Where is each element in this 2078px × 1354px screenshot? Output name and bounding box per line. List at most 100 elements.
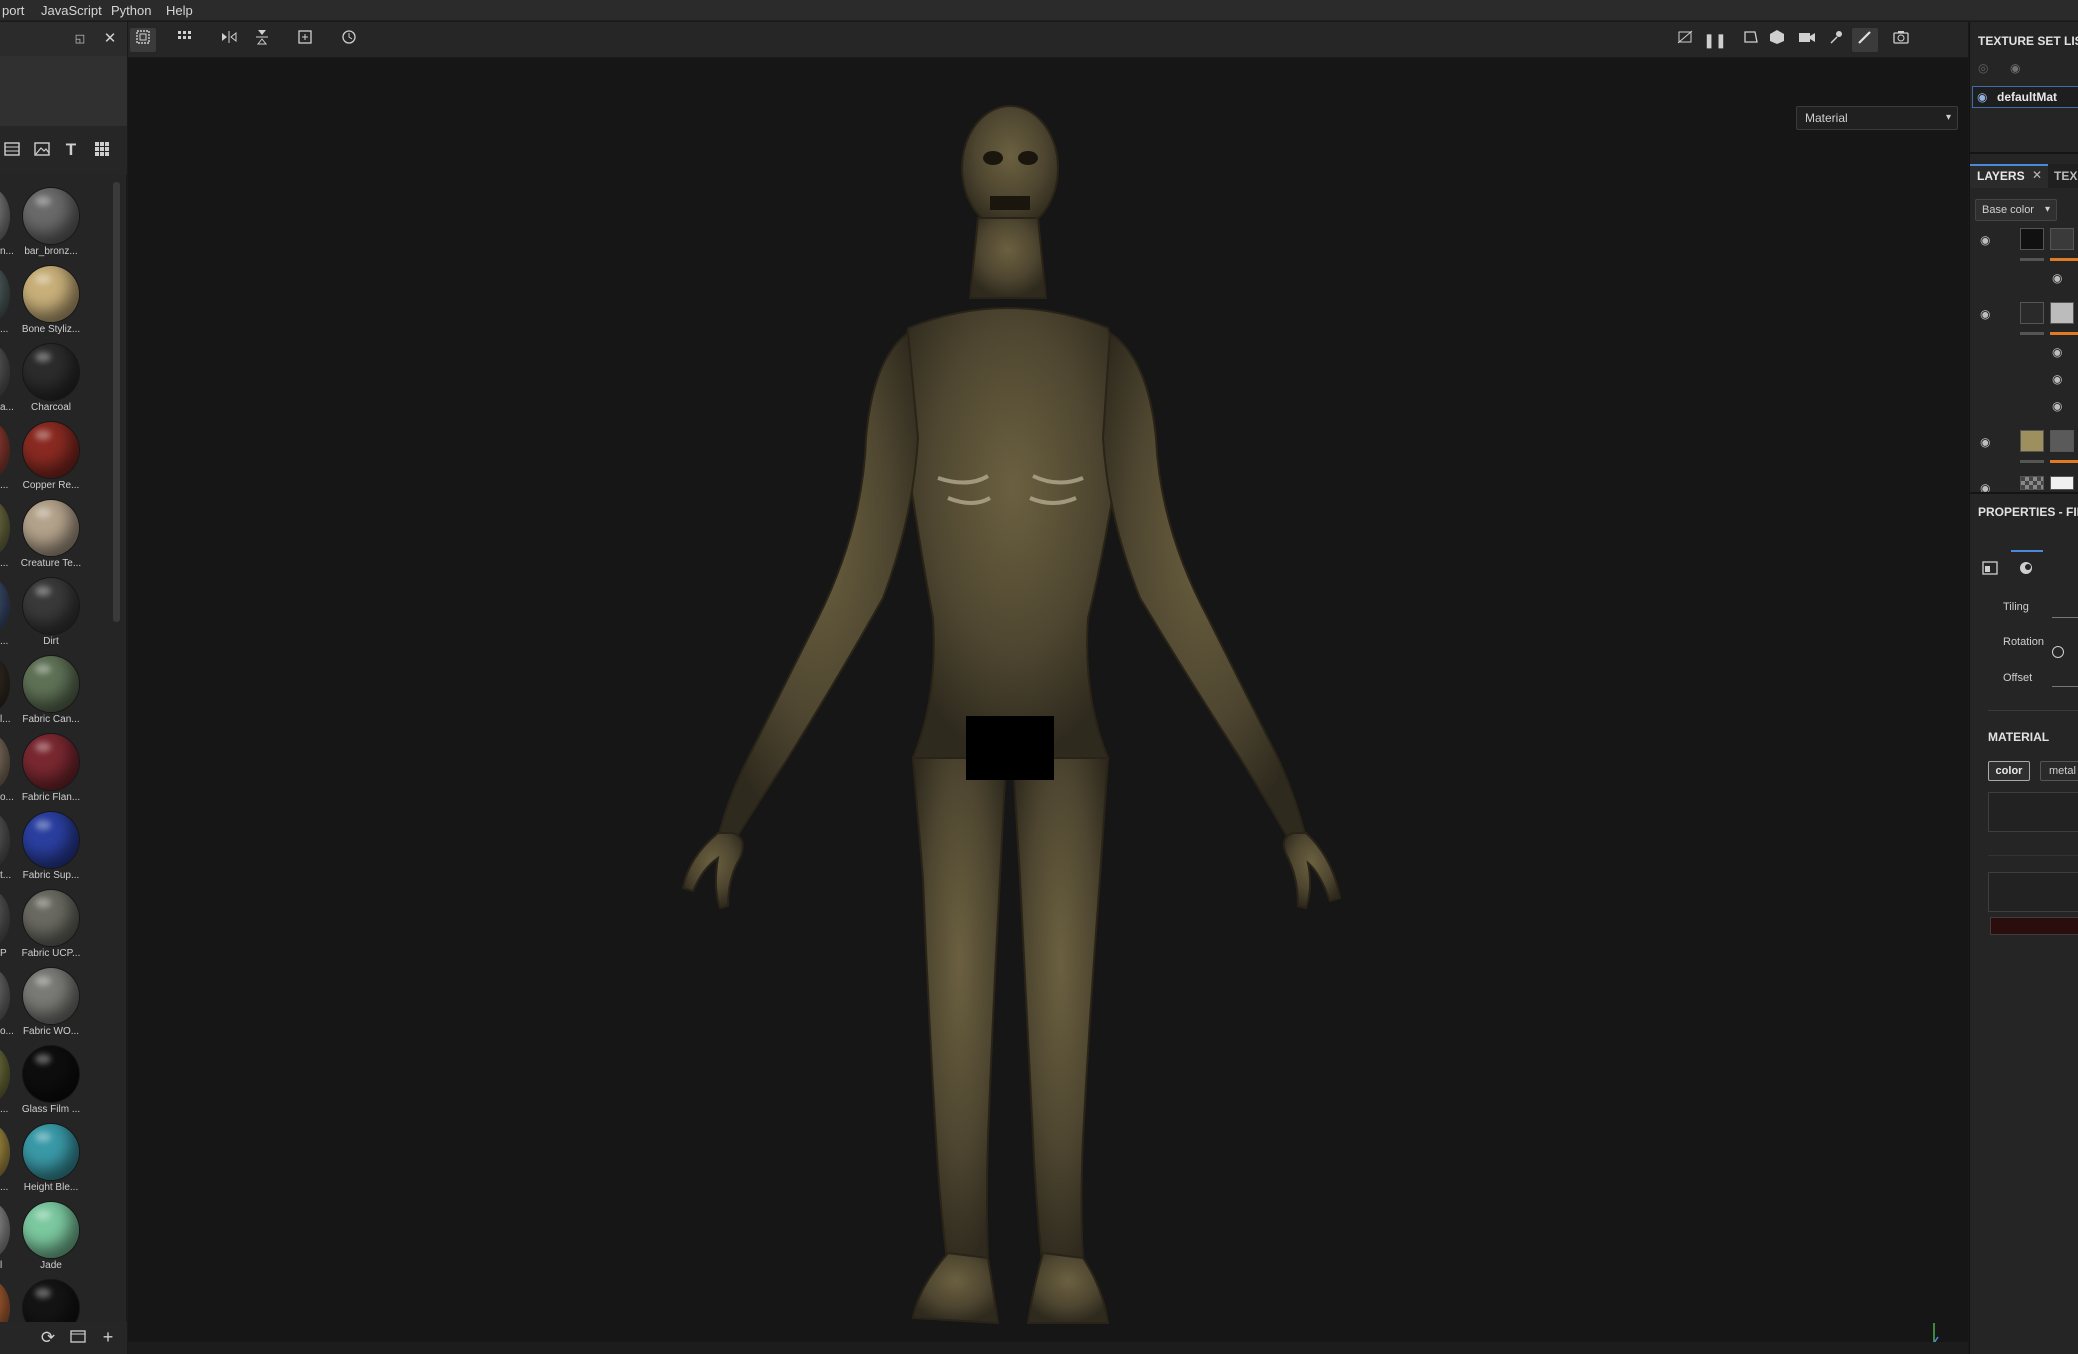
layer-mask-thumbnail[interactable] [2020,476,2044,490]
sublayer-visibility-eye-icon[interactable]: ◉ [2052,373,2070,385]
material-preview-ball[interactable] [23,656,79,712]
sublayer-visibility-eye-icon[interactable]: ◉ [2052,346,2070,358]
material-preview-ball[interactable] [23,344,79,400]
close-icon[interactable]: ✕ [100,29,120,49]
material-thumbnail[interactable]: P Fabric UCP... [0,886,118,964]
material-preview-ball[interactable] [23,968,79,1024]
material-preview-ball-partial[interactable] [0,1202,10,1258]
undock-icon[interactable]: ◱ [70,29,90,49]
filter-materials-icon[interactable] [2,140,22,160]
material-thumbnail[interactable]: a... Charcoal [0,340,118,418]
material-preview-ball[interactable] [23,422,79,478]
material-preview-ball-partial[interactable] [0,656,10,712]
material-sphere-icon[interactable] [2018,560,2036,578]
material-preview-ball-partial[interactable] [0,890,10,946]
offset-slider[interactable] [2052,686,2078,687]
material-preview-ball-partial[interactable] [0,968,10,1024]
selection-tool-icon[interactable] [130,28,156,52]
material-preview-ball[interactable] [23,734,79,790]
layer-mask-thumbnail[interactable] [2020,228,2044,250]
folder-icon[interactable] [68,1328,88,1348]
material-thumbnail[interactable]: ... Bone Styliz... [0,262,118,340]
material-preview-ball-partial[interactable] [0,734,10,790]
material-preview-ball[interactable] [23,500,79,556]
material-thumbnail[interactable]: t... Fabric Sup... [0,808,118,886]
material-preview-ball-partial[interactable] [0,188,10,244]
viewport-material-select[interactable]: Material ▾ [1796,106,1958,130]
filter-textures-icon[interactable] [32,140,52,160]
sublayer-visibility-eye-icon[interactable]: ◉ [2052,400,2070,412]
screenshot-camera-icon[interactable] [1888,28,1914,52]
material-thumbnail[interactable]: l... Fabric Can... [0,652,118,730]
material-thumbnail[interactable]: o... Fabric Flan... [0,730,118,808]
tab-layers[interactable]: LAYERS ✕ [1970,164,2048,188]
material-preview-ball[interactable] [23,266,79,322]
tab-textures[interactable]: TEX [2054,169,2077,183]
layer-visibility-eye-icon[interactable]: ◉ [1980,234,1998,246]
layer-thumbnail[interactable] [2050,302,2074,324]
material-thumbnail[interactable]: ... Dirt [0,574,118,652]
material-preview-ball[interactable] [23,812,79,868]
material-preview-ball-partial[interactable] [0,1046,10,1102]
layer-thumbnail[interactable] [2050,430,2074,452]
channel-select[interactable]: Base color ▾ [1975,199,2057,221]
material-preview-ball[interactable] [23,1046,79,1102]
material-thumbnail[interactable]: n... bar_bronz... [0,184,118,262]
add-frame-icon[interactable] [292,28,318,52]
refresh-icon[interactable]: ⟳ [38,1328,58,1348]
material-thumbnail[interactable]: ... Copper Re... [0,418,118,496]
texture-set-row[interactable]: ◉ defaultMat [1972,86,2078,108]
layer-visibility-eye-icon[interactable]: ◉ [1980,436,1998,448]
material-preview-ball-partial[interactable] [0,1124,10,1180]
3d-viewport-canvas[interactable]: Material ▾ [128,58,1968,1354]
filter-text-icon[interactable]: T [61,140,81,160]
layer-visibility-eye-icon[interactable]: ◉ [1980,308,1998,320]
symmetry-x-icon[interactable] [216,28,242,52]
layer-thumbnail[interactable] [2050,476,2074,490]
grid-view-icon[interactable] [92,140,112,160]
history-icon[interactable] [336,28,362,52]
shelf-scrollbar[interactable] [113,182,120,622]
material-thumbnail[interactable]: ... Glass Film ... [0,1042,118,1120]
camera-view-icon[interactable] [1738,28,1764,52]
texture-set-visibility-eye-icon[interactable]: ◉ [1977,91,1995,103]
material-thumbnail[interactable]: ... Height Ble... [0,1120,118,1198]
close-icon[interactable]: ✕ [2032,168,2042,182]
menu-help[interactable]: Help [166,0,193,21]
layer-thumbnail[interactable] [2050,228,2074,250]
display-mode-icon[interactable] [1764,28,1790,52]
menu-javascript[interactable]: JavaScript [41,0,102,21]
eye-icon[interactable]: ◉ [2010,62,2028,74]
material-preview-ball[interactable] [23,1202,79,1258]
light-icon[interactable] [1824,28,1850,52]
video-camera-icon[interactable] [1794,28,1820,52]
layer-mask-thumbnail[interactable] [2020,430,2044,452]
material-preview-ball-partial[interactable] [0,500,10,556]
material-preview-ball-partial[interactable] [0,344,10,400]
layer-mask-thumbnail[interactable] [2020,302,2044,324]
material-thumbnail[interactable]: ... Creature Te... [0,496,118,574]
pause-icon[interactable]: ❚❚ [1702,28,1728,52]
grid-tool-icon[interactable] [172,28,198,52]
base-color-swatch[interactable] [1990,917,2078,935]
tiling-slider[interactable] [2052,617,2078,618]
hide-ui-icon[interactable] [1672,28,1698,52]
hide-icon[interactable]: ◎ [1978,62,1996,74]
menu-export[interactable]: port [2,0,24,21]
fill-properties-icon[interactable] [1982,560,2000,578]
color-channel-toggle[interactable]: color [1988,761,2030,781]
paint-brush-icon[interactable] [1852,28,1878,52]
material-preview-ball-partial[interactable] [0,266,10,322]
metal-channel-toggle[interactable]: metal [2040,761,2078,781]
material-preview-ball[interactable] [23,578,79,634]
material-preview-ball[interactable] [23,1124,79,1180]
rotation-dial-icon[interactable] [2052,646,2064,658]
menu-python[interactable]: Python [111,0,151,21]
viewport-horizontal-scrollbar[interactable] [128,1342,1968,1354]
sublayer-visibility-eye-icon[interactable]: ◉ [2052,272,2070,284]
material-preview-ball-partial[interactable] [0,812,10,868]
add-icon[interactable]: + [98,1327,118,1347]
material-thumbnail[interactable]: l Jade [0,1198,118,1276]
material-preview-ball[interactable] [23,890,79,946]
material-thumbnail[interactable]: o... Fabric WO... [0,964,118,1042]
